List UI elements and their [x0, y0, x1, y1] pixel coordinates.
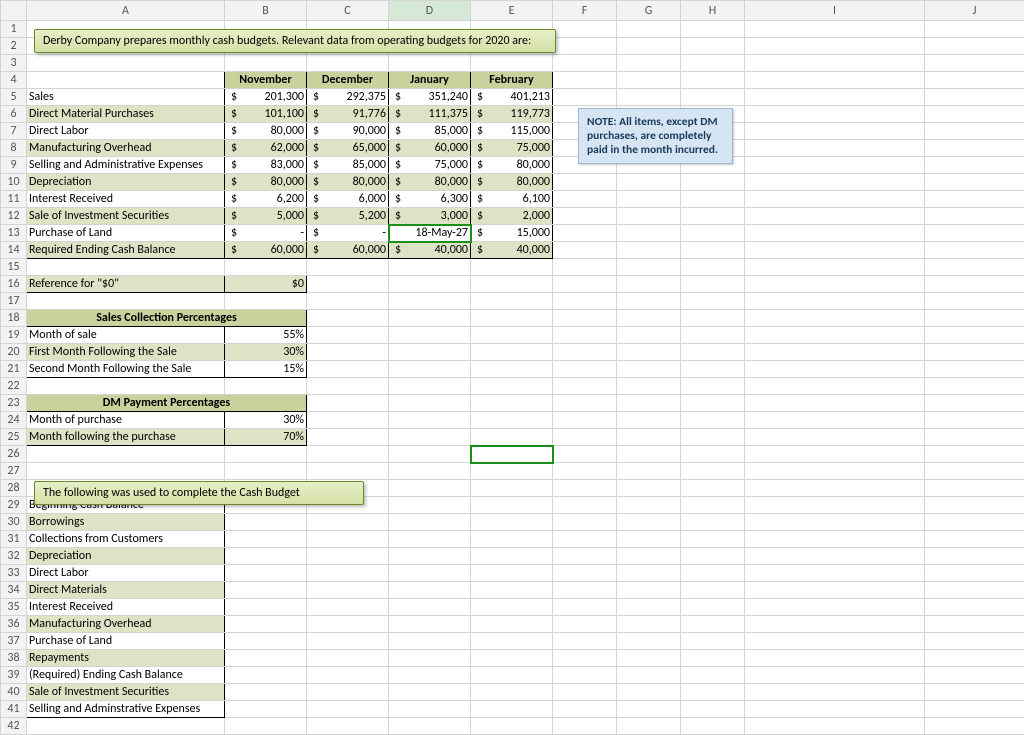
callout-intro: Derby Company prepares monthly cash budg…	[34, 29, 556, 53]
row-header[interactable]: 35	[1, 599, 27, 616]
dm-pct-title: DM Payment Percentages	[27, 395, 307, 412]
row-header[interactable]: 22	[1, 378, 27, 395]
col-header-G[interactable]: G	[617, 1, 681, 21]
row-header[interactable]: 10	[1, 174, 27, 191]
row-header[interactable]: 9	[1, 157, 27, 174]
sales-pct-value: 30%	[225, 344, 307, 361]
sales-pct-title: Sales Collection Percentages	[27, 310, 307, 327]
col-header-A[interactable]: A	[27, 1, 225, 21]
data-row-label: Manufacturing Overhead	[27, 140, 225, 157]
data-row-label: Sales	[27, 89, 225, 106]
cash-budget-item: Purchase of Land	[27, 633, 225, 650]
data-row-label: Direct Material Purchases	[27, 106, 225, 123]
col-header-I[interactable]: I	[745, 1, 925, 21]
dm-pct-label: Month of purchase	[27, 412, 225, 429]
row-header[interactable]: 26	[1, 446, 27, 463]
row-header[interactable]: 27	[1, 463, 27, 480]
row-header[interactable]: 6	[1, 106, 27, 123]
row-header[interactable]: 25	[1, 429, 27, 446]
row-header[interactable]: 3	[1, 55, 27, 72]
cash-budget-item: Sale of Investment Securities	[27, 684, 225, 701]
col-header-F[interactable]: F	[553, 1, 617, 21]
cash-budget-item: Direct Materials	[27, 582, 225, 599]
row-header[interactable]: 17	[1, 293, 27, 310]
cash-budget-item: (Required) Ending Cash Balance	[27, 667, 225, 684]
row-header[interactable]: 2	[1, 38, 27, 55]
row-header[interactable]: 5	[1, 89, 27, 106]
selected-cell[interactable]	[471, 446, 553, 463]
col-header-D[interactable]: D	[389, 1, 471, 21]
row-header[interactable]: 32	[1, 548, 27, 565]
row-header[interactable]: 16	[1, 276, 27, 293]
row-header[interactable]: 37	[1, 633, 27, 650]
row-header[interactable]: 15	[1, 259, 27, 276]
col-header-B[interactable]: B	[225, 1, 307, 21]
data-row-label: Purchase of Land	[27, 225, 225, 242]
row-header[interactable]: 1	[1, 21, 27, 38]
data-row-label: Depreciation	[27, 174, 225, 191]
row-header[interactable]: 13	[1, 225, 27, 242]
data-row-label: Selling and Administrative Expenses	[27, 157, 225, 174]
data-row-label: Required Ending Cash Balance	[27, 242, 225, 259]
cash-budget-item: Collections from Customers	[27, 531, 225, 548]
dm-pct-label: Month following the purchase	[27, 429, 225, 446]
period-header: February	[471, 72, 553, 89]
col-header-J[interactable]: J	[925, 1, 1024, 21]
col-header-H[interactable]: H	[681, 1, 745, 21]
row-header[interactable]: 42	[1, 718, 27, 735]
row-header[interactable]: 38	[1, 650, 27, 667]
cash-budget-item: Direct Labor	[27, 565, 225, 582]
reference-value: $0	[225, 276, 307, 293]
row-header[interactable]: 20	[1, 344, 27, 361]
period-header: January	[389, 72, 471, 89]
row-header[interactable]: 33	[1, 565, 27, 582]
select-all-corner[interactable]	[1, 1, 27, 21]
dm-pct-value: 70%	[225, 429, 307, 446]
row-header[interactable]: 39	[1, 667, 27, 684]
row-header[interactable]: 24	[1, 412, 27, 429]
note-box: NOTE: All items, except DM purchases, ar…	[578, 108, 733, 164]
sales-pct-label: Month of sale	[27, 327, 225, 344]
row-header[interactable]: 40	[1, 684, 27, 701]
data-row-label: Interest Received	[27, 191, 225, 208]
spreadsheet-grid[interactable]: A B C D E F G H I J 1234NovemberDecember…	[0, 0, 1024, 735]
sales-pct-label: Second Month Following the Sale	[27, 361, 225, 378]
col-header-E[interactable]: E	[471, 1, 553, 21]
row-header[interactable]: 8	[1, 140, 27, 157]
row-header[interactable]: 29	[1, 497, 27, 514]
period-header: November	[225, 72, 307, 89]
active-cell[interactable]: 18-May-27	[389, 225, 471, 242]
period-header: December	[307, 72, 389, 89]
cash-budget-item: Interest Received	[27, 599, 225, 616]
row-header[interactable]: 11	[1, 191, 27, 208]
row-header[interactable]: 31	[1, 531, 27, 548]
callout-cash-budget: The following was used to complete the C…	[34, 481, 364, 505]
cash-budget-item: Borrowings	[27, 514, 225, 531]
col-header-C[interactable]: C	[307, 1, 389, 21]
row-header[interactable]: 30	[1, 514, 27, 531]
row-header[interactable]: 36	[1, 616, 27, 633]
sales-pct-value: 15%	[225, 361, 307, 378]
cash-budget-item: Depreciation	[27, 548, 225, 565]
row-header[interactable]: 34	[1, 582, 27, 599]
cash-budget-item: Repayments	[27, 650, 225, 667]
row-header[interactable]: 4	[1, 72, 27, 89]
row-header[interactable]: 18	[1, 310, 27, 327]
row-header[interactable]: 19	[1, 327, 27, 344]
cash-budget-item: Manufacturing Overhead	[27, 616, 225, 633]
row-header[interactable]: 28	[1, 480, 27, 497]
row-header[interactable]: 14	[1, 242, 27, 259]
row-header[interactable]: 7	[1, 123, 27, 140]
cash-budget-item: Selling and Adminstrative Expenses	[27, 701, 225, 718]
data-row-label: Direct Labor	[27, 123, 225, 140]
data-row-label: Sale of Investment Securities	[27, 208, 225, 225]
row-header[interactable]: 23	[1, 395, 27, 412]
row-header[interactable]: 41	[1, 701, 27, 718]
sales-pct-label: First Month Following the Sale	[27, 344, 225, 361]
row-header[interactable]: 12	[1, 208, 27, 225]
reference-label: Reference for "$0"	[27, 276, 225, 293]
row-header[interactable]: 21	[1, 361, 27, 378]
dm-pct-value: 30%	[225, 412, 307, 429]
sales-pct-value: 55%	[225, 327, 307, 344]
